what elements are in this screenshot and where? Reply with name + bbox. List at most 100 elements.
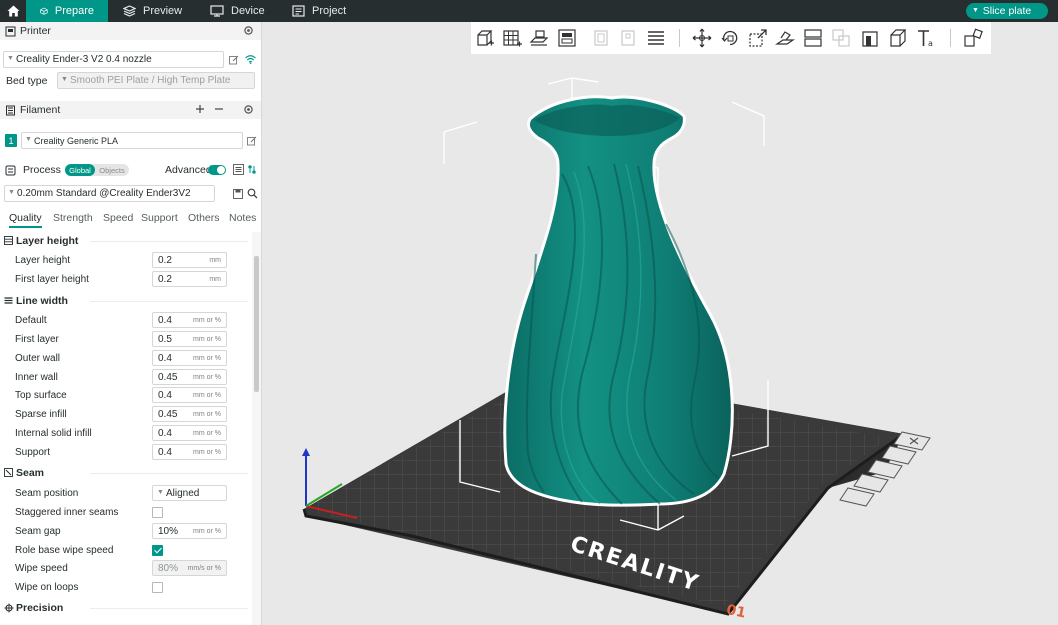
- scale-icon[interactable]: [748, 28, 768, 48]
- global-option[interactable]: Global: [65, 164, 95, 176]
- layer-height-input[interactable]: 0.2 mm: [152, 252, 227, 268]
- canvas-toolbar: a: [471, 22, 991, 54]
- staggered-seams-checkbox[interactable]: [152, 507, 163, 518]
- setting-label: Inner wall: [15, 372, 58, 383]
- add-filament-icon[interactable]: [195, 104, 205, 114]
- role-base-wipe-checkbox[interactable]: [152, 545, 163, 556]
- input-value: 0.4: [158, 353, 172, 364]
- sparse-infill-width-input[interactable]: 0.45 mm or %: [152, 406, 227, 422]
- seam-gap-input[interactable]: 10% mm or %: [152, 523, 227, 539]
- tab-device[interactable]: Device: [196, 0, 279, 22]
- layers-icon[interactable]: [646, 28, 666, 48]
- seam-paint-icon[interactable]: [888, 28, 908, 48]
- wipe-speed-input[interactable]: 80% mm/s or %: [152, 560, 227, 576]
- filament-select[interactable]: ▼ Creality Generic PLA: [21, 132, 243, 149]
- setting-label: Wipe speed: [15, 563, 68, 574]
- inner-wall-width-input[interactable]: 0.45 mm or %: [152, 369, 227, 385]
- setting-row: First layer height 0.2 mm: [0, 271, 252, 289]
- layer-height-icon: [4, 236, 13, 245]
- group-precision: Precision: [0, 600, 252, 616]
- chevron-down-icon: ▼: [8, 189, 15, 196]
- setting-row: Outer wall 0.4 mm or %: [0, 350, 252, 368]
- wipe-on-loops-checkbox[interactable]: [152, 582, 163, 593]
- 3d-scene[interactable]: CREALITY 01: [262, 54, 1058, 625]
- add-object-icon[interactable]: [475, 28, 495, 48]
- plate-settings-icon[interactable]: [839, 487, 875, 507]
- slice-plate-button[interactable]: ▼ Slice plate: [966, 3, 1048, 19]
- tab-support[interactable]: Support: [141, 212, 178, 224]
- tab-quality[interactable]: Quality: [9, 212, 42, 228]
- home-button[interactable]: [0, 0, 26, 22]
- support-paint-icon[interactable]: [860, 28, 880, 48]
- save-preset-icon[interactable]: [233, 189, 243, 199]
- tab-others[interactable]: Others: [188, 212, 220, 224]
- add-plate-icon[interactable]: [502, 28, 522, 48]
- setting-label: Internal solid infill: [15, 428, 92, 439]
- outer-wall-width-input[interactable]: 0.4 mm or %: [152, 350, 227, 366]
- tab-preview[interactable]: Preview: [109, 0, 196, 22]
- settings-tabs: Quality Strength Speed Support Others No…: [0, 210, 261, 228]
- bed-type-select[interactable]: ▼ Smooth PEI Plate / High Temp Plate: [57, 72, 255, 89]
- filament-settings-icon[interactable]: [243, 104, 254, 115]
- project-icon: [292, 5, 305, 17]
- search-icon[interactable]: [247, 188, 258, 199]
- input-unit: mm or %: [193, 355, 221, 362]
- scrollbar-thumb[interactable]: [254, 256, 259, 392]
- bed-type-label: Bed type: [6, 75, 48, 87]
- printer-settings-icon[interactable]: [243, 25, 254, 36]
- tab-notes[interactable]: Notes: [229, 212, 256, 224]
- assembly-view-icon[interactable]: [963, 28, 983, 48]
- filament-title: Filament: [20, 104, 61, 116]
- tab-speed[interactable]: Speed: [103, 212, 133, 224]
- seam-position-select[interactable]: ▼ Aligned: [152, 485, 227, 501]
- tab-prepare[interactable]: Prepare: [26, 0, 108, 22]
- split-objects-icon: [594, 30, 608, 46]
- compare-icon[interactable]: [247, 164, 257, 175]
- list-view-icon[interactable]: [233, 164, 244, 175]
- arrange-icon[interactable]: [557, 28, 577, 48]
- support-width-input[interactable]: 0.4 mm or %: [152, 444, 227, 460]
- filament-slot-badge[interactable]: 1: [5, 134, 17, 147]
- process-preset-name: 0.20mm Standard @Creality Ender3V2: [17, 188, 191, 199]
- setting-label: Default: [15, 315, 47, 326]
- edit-filament-icon[interactable]: [247, 136, 257, 146]
- tab-project[interactable]: Project: [278, 0, 360, 22]
- top-bar: Prepare Preview Device Project ▼ Slice p…: [0, 0, 1058, 22]
- printer-select[interactable]: ▼ Creality Ender-3 V2 0.4 nozzle: [3, 51, 224, 68]
- home-icon: [7, 5, 19, 17]
- setting-row: Inner wall 0.45 mm or %: [0, 369, 252, 387]
- input-value: 0.5: [158, 334, 172, 345]
- auto-orient-icon[interactable]: [529, 28, 549, 48]
- text-tool-icon[interactable]: a: [916, 28, 936, 48]
- cut-icon[interactable]: [803, 28, 823, 48]
- wifi-icon[interactable]: [245, 55, 256, 64]
- first-layer-width-input[interactable]: 0.5 mm or %: [152, 331, 227, 347]
- process-preset-select[interactable]: ▼ 0.20mm Standard @Creality Ender3V2: [4, 185, 215, 202]
- advanced-toggle[interactable]: [208, 165, 226, 175]
- chevron-down-icon: ▼: [7, 55, 14, 62]
- objects-option[interactable]: Objects: [95, 164, 129, 176]
- slice-dropdown-icon[interactable]: ▼: [972, 7, 979, 14]
- printer-icon: [5, 26, 16, 37]
- 3d-viewport[interactable]: CREALITY 01: [262, 54, 1058, 625]
- vase-model[interactable]: [503, 95, 734, 507]
- edit-printer-icon[interactable]: [229, 55, 239, 65]
- top-surface-width-input[interactable]: 0.4 mm or %: [152, 387, 227, 403]
- internal-solid-infill-width-input[interactable]: 0.4 mm or %: [152, 425, 227, 441]
- rotate-icon[interactable]: [720, 28, 740, 48]
- setting-label: Outer wall: [15, 353, 61, 364]
- remove-filament-icon[interactable]: [214, 104, 224, 114]
- default-width-input[interactable]: 0.4 mm or %: [152, 312, 227, 328]
- precision-icon: [4, 603, 14, 613]
- svg-text:a: a: [928, 39, 933, 48]
- setting-label: Sparse infill: [15, 409, 67, 420]
- first-layer-height-input[interactable]: 0.2 mm: [152, 271, 227, 287]
- device-icon: [210, 5, 224, 17]
- settings-scrollbar[interactable]: [252, 232, 261, 625]
- global-objects-switch[interactable]: Global Objects: [65, 164, 129, 176]
- settings-panel: Printer ▼ Creality Ender-3 V2 0.4 nozzle…: [0, 22, 262, 625]
- input-value: 0.4: [158, 428, 172, 439]
- move-icon[interactable]: [692, 28, 712, 48]
- tab-strength[interactable]: Strength: [53, 212, 93, 224]
- lay-on-face-icon[interactable]: [775, 28, 795, 48]
